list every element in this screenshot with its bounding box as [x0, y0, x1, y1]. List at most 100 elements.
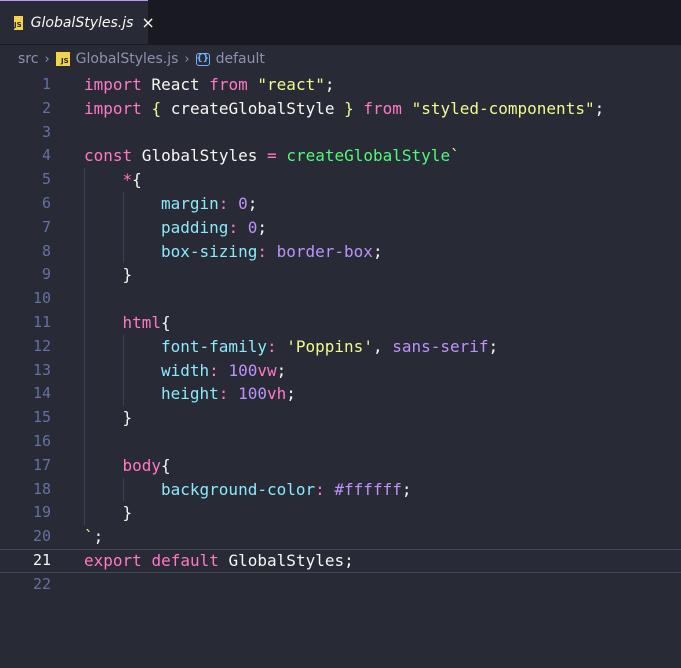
code-token: "react": [257, 75, 325, 94]
indent-guide: [84, 287, 85, 311]
code-line[interactable]: 18 background-color: #ffffff;: [0, 477, 681, 502]
indent-guide: [122, 358, 124, 383]
code-line[interactable]: 6 margin: 0;: [0, 191, 681, 216]
code-line[interactable]: 21 export default GlobalStyles;: [0, 549, 681, 573]
indent-guide: [122, 477, 124, 502]
code-token: background-color: [161, 479, 316, 499]
indent-guide: [84, 501, 85, 526]
code-line[interactable]: 8 box-sizing: border-box;: [0, 239, 681, 264]
indent-guide: [84, 429, 85, 454]
code-line[interactable]: 12 font-family: 'Poppins', sans-serif;: [0, 334, 681, 359]
code-token: {: [132, 170, 142, 190]
symbol-variable-icon: {}: [195, 52, 210, 66]
code-line[interactable]: 13 width: 100vw;: [0, 358, 681, 383]
indent-guide: [122, 334, 124, 359]
breadcrumb: src › JS GlobalStyles.js › {} default: [0, 45, 681, 73]
code-line[interactable]: 10: [0, 287, 681, 311]
line-number: 13: [32, 360, 51, 379]
code-line[interactable]: 20 `;: [0, 525, 681, 549]
close-icon[interactable]: ×: [141, 14, 154, 31]
code-text: padding: 0;: [161, 216, 267, 240]
code-token: 0: [247, 217, 258, 237]
code-line[interactable]: 15}: [0, 406, 681, 430]
code-editor[interactable]: 1 import React from "react"; 2 import { cre…: [0, 73, 681, 597]
code-token: `: [450, 146, 460, 166]
code-line[interactable]: 22: [0, 573, 681, 597]
js-file-icon: JS: [55, 52, 70, 66]
js-file-icon: JS: [14, 15, 23, 30]
code-line[interactable]: 9}: [0, 263, 681, 288]
code-line[interactable]: 4 const GlobalStyles = createGlobalStyle`: [0, 144, 681, 168]
breadcrumb-symbol[interactable]: default: [216, 51, 265, 67]
code-line[interactable]: 5 *{: [0, 168, 681, 192]
code-token: GlobalStyles: [132, 146, 268, 166]
code-token: =: [267, 146, 277, 166]
code-line[interactable]: 17 body{: [0, 453, 681, 478]
code-token: :: [257, 241, 267, 261]
code-token: ;: [324, 75, 335, 94]
code-token: React: [141, 75, 210, 94]
code-token: {: [151, 98, 162, 118]
code-token: box-sizing: [161, 241, 258, 261]
code-token: :: [266, 336, 277, 356]
code-token: vw: [257, 360, 277, 380]
code-token: :: [209, 360, 219, 380]
code-token: vh: [266, 384, 287, 404]
code-token: export: [84, 550, 142, 570]
code-token: 'Poppins': [286, 336, 373, 356]
line-number: 21: [32, 550, 51, 569]
line-number: 9: [41, 265, 51, 284]
code-token: border-box: [276, 241, 373, 261]
code-line[interactable]: 11 html{: [0, 310, 681, 335]
line-number: 16: [32, 431, 51, 450]
code-text: background-color: #ffffff;: [161, 478, 411, 502]
code-token: ,: [372, 336, 393, 356]
line-number: 8: [41, 241, 51, 260]
code-token: font-family: [161, 336, 267, 356]
indent-guide: [122, 215, 124, 240]
code-token: padding: [161, 217, 229, 237]
breadcrumb-file[interactable]: GlobalStyles.js: [76, 51, 179, 67]
code-token: ;: [488, 336, 499, 356]
code-line[interactable]: 3: [0, 121, 681, 145]
code-text: width: 100vw;: [161, 359, 286, 383]
code-text: height: 100vh;: [161, 382, 296, 406]
code-token: import: [84, 98, 142, 118]
breadcrumb-folder[interactable]: src: [18, 51, 38, 67]
line-number: 20: [32, 527, 51, 546]
code-line[interactable]: 2 import { createGlobalStyle } from "styl…: [0, 97, 681, 121]
tab-globalstyles[interactable]: JS GlobalStyles.js ×: [0, 0, 155, 44]
code-line[interactable]: 14 height: 100vh;: [0, 382, 681, 407]
code-token: default: [151, 550, 219, 570]
code-text: }: [123, 406, 133, 430]
indent-guide: [84, 239, 85, 264]
code-token: {: [161, 455, 171, 475]
line-number: 5: [41, 170, 51, 189]
line-number: 22: [32, 574, 51, 593]
code-token: ;: [372, 241, 383, 261]
code-line[interactable]: 1 import React from "react";: [0, 73, 681, 97]
line-number: 15: [32, 408, 51, 427]
tab-bar: JS GlobalStyles.js ×: [0, 0, 681, 45]
line-number: 4: [41, 146, 51, 165]
code-token: 100: [228, 360, 258, 380]
code-text: }: [123, 263, 133, 287]
code-line[interactable]: 7 padding: 0;: [0, 215, 681, 240]
code-text: }: [123, 501, 133, 525]
line-number: 18: [32, 479, 51, 498]
code-text: import React from "react";: [84, 73, 334, 97]
indent-guide: [84, 310, 85, 335]
code-line[interactable]: 19}: [0, 501, 681, 526]
code-token: body: [122, 455, 162, 475]
code-line[interactable]: 16: [0, 429, 681, 454]
line-number: 6: [41, 193, 51, 212]
